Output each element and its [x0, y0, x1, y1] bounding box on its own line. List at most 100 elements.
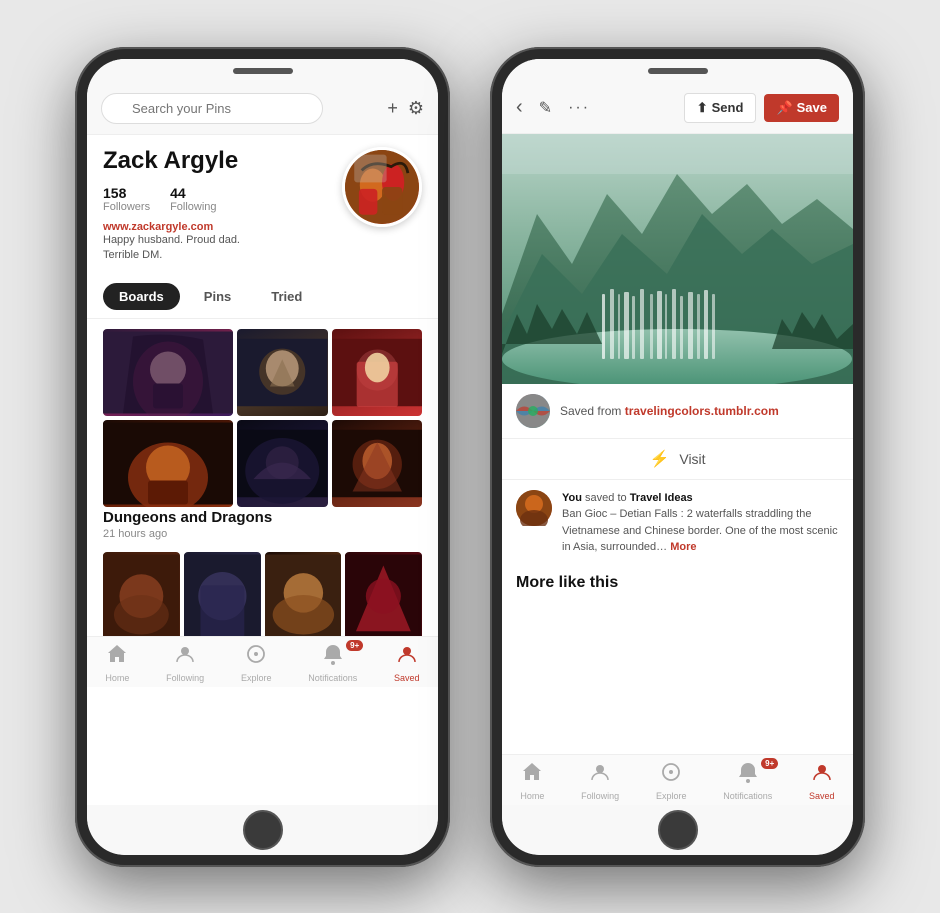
send-icon: ⬆: [697, 100, 708, 116]
nav-notifications-1[interactable]: 9+ Notifications: [308, 643, 357, 683]
nav-saved-label-2: Saved: [809, 791, 835, 801]
search-bar: 🔍 + ⚙: [87, 83, 438, 135]
source-link[interactable]: travelingcolors.tumblr.com: [625, 404, 779, 418]
nav-explore-1[interactable]: Explore: [241, 643, 272, 683]
phone-1: 🔍 + ⚙ Zack Argyle 158 Followers: [75, 47, 450, 867]
back-button[interactable]: ‹: [516, 96, 523, 119]
header-left: ‹ ✎ ···: [516, 96, 590, 119]
second-grid-cell-4: [345, 552, 422, 645]
followers-stat: 158 Followers: [103, 185, 150, 213]
phone-2-bottom: [502, 805, 853, 855]
send-button[interactable]: ⬆ Send: [684, 93, 757, 123]
visit-row[interactable]: ⚡ Visit: [502, 439, 853, 480]
grid-cell-2: [103, 420, 233, 507]
phone-2: ‹ ✎ ··· ⬆ Send 📌 Save: [490, 47, 865, 867]
saved-icon-1: [396, 643, 418, 671]
following-stat[interactable]: 44 Following: [170, 185, 216, 213]
followers-count: 158: [103, 185, 150, 201]
website-link[interactable]: www.zackargyle.com: [103, 221, 342, 233]
nav-home-1[interactable]: Home: [105, 643, 129, 683]
add-icon[interactable]: +: [387, 98, 398, 119]
nav-explore-2[interactable]: Explore: [656, 761, 687, 801]
you-label: You: [562, 492, 582, 504]
more-link[interactable]: More: [670, 541, 696, 553]
grid-right: [237, 329, 422, 507]
source-row: Saved from travelingcolors.tumblr.com: [502, 384, 853, 439]
grid-cell-6: [332, 420, 423, 507]
edit-icon[interactable]: ✎: [539, 98, 552, 118]
home-button-2[interactable]: [658, 810, 698, 850]
save-button[interactable]: 📌 Save: [764, 94, 839, 122]
save-label: Save: [797, 100, 827, 115]
bio-line2: Terrible DM.: [103, 248, 342, 263]
board-time: 21 hours ago: [87, 528, 438, 548]
speaker: [233, 68, 293, 74]
nav-following-label-1: Following: [166, 673, 204, 683]
settings-icon[interactable]: ⚙: [408, 98, 424, 119]
board-name[interactable]: Travel Ideas: [630, 492, 693, 504]
search-input[interactable]: [101, 93, 323, 124]
visit-link[interactable]: Visit: [679, 451, 705, 467]
explore-icon-2: [660, 761, 682, 789]
bottom-nav-1: Home Following: [87, 636, 438, 687]
nav-saved-2[interactable]: Saved: [809, 761, 835, 801]
nav-saved-1[interactable]: Saved: [394, 643, 420, 683]
saved-from-label: Saved from: [560, 404, 621, 418]
phone-1-top-bar: [87, 59, 438, 83]
phone-1-bottom: [87, 805, 438, 855]
following-icon-2: [589, 761, 611, 789]
bottom-nav-2: Home Following: [502, 754, 853, 805]
nav-notifications-label-1: Notifications: [308, 673, 357, 683]
saved-to-label: saved to: [585, 492, 627, 504]
nav-explore-label-1: Explore: [241, 673, 272, 683]
tab-tried[interactable]: Tried: [255, 283, 318, 310]
nav-home-2[interactable]: Home: [520, 761, 544, 801]
notifications-icon-1: [322, 643, 344, 671]
nav-notifications-label-2: Notifications: [723, 791, 772, 801]
saved-avatar[interactable]: [516, 490, 552, 526]
pin-description: Ban Gioc – Detian Falls : 2 waterfalls s…: [562, 508, 838, 553]
pin-image: [502, 134, 853, 384]
tabs-row: Boards Pins Tried: [87, 275, 438, 319]
nav-following-2[interactable]: Following: [581, 761, 619, 801]
home-icon-2: [521, 761, 543, 789]
second-boards-grid[interactable]: [87, 548, 438, 636]
saved-description: You saved to Travel Ideas Ban Gioc – Det…: [562, 490, 839, 556]
grid-layout: [103, 329, 422, 499]
grid-cell-1: [103, 329, 233, 416]
nav-following-1[interactable]: Following: [166, 643, 204, 683]
boards-grid[interactable]: [87, 319, 438, 505]
nav-notifications-2[interactable]: 9+ Notifications: [723, 761, 772, 801]
tab-boards[interactable]: Boards: [103, 283, 180, 310]
profile-section: Zack Argyle 158 Followers 44 Following w…: [87, 135, 438, 276]
pin-icon: 📌: [776, 100, 792, 116]
source-text: Saved from travelingcolors.tumblr.com: [560, 404, 779, 418]
saved-icon-2: [811, 761, 833, 789]
nav-home-label-1: Home: [105, 673, 129, 683]
pin-detail-header: ‹ ✎ ··· ⬆ Send 📌 Save: [502, 83, 853, 134]
grid-cell-4: [332, 329, 423, 416]
second-grid-cell-2: [184, 552, 261, 645]
second-grid-cell-3: [265, 552, 342, 645]
more-options-icon[interactable]: ···: [568, 99, 590, 117]
phone-1-content: 🔍 + ⚙ Zack Argyle 158 Followers: [87, 83, 438, 805]
home-icon: [106, 643, 128, 671]
notifications-badge-2: 9+: [761, 758, 778, 769]
phone-2-screen: ‹ ✎ ··· ⬆ Send 📌 Save: [502, 59, 853, 855]
search-wrap: 🔍: [101, 93, 377, 124]
grid-left: [103, 329, 233, 507]
board-title[interactable]: Dungeons and Dragons: [87, 505, 438, 528]
username: Zack Argyle: [103, 147, 342, 175]
home-button-1[interactable]: [243, 810, 283, 850]
avatar-image: [345, 150, 419, 224]
second-grid-layout: [103, 552, 422, 632]
notifications-badge-1: 9+: [346, 640, 363, 651]
stats-row: 158 Followers 44 Following: [103, 185, 342, 213]
grid-cell-5: [237, 420, 328, 507]
speaker-2: [648, 68, 708, 74]
second-grid-cell-1: [103, 552, 180, 645]
avatar[interactable]: [342, 147, 422, 227]
lightning-icon: ⚡: [649, 449, 669, 469]
nav-following-label-2: Following: [581, 791, 619, 801]
tab-pins[interactable]: Pins: [188, 283, 247, 310]
